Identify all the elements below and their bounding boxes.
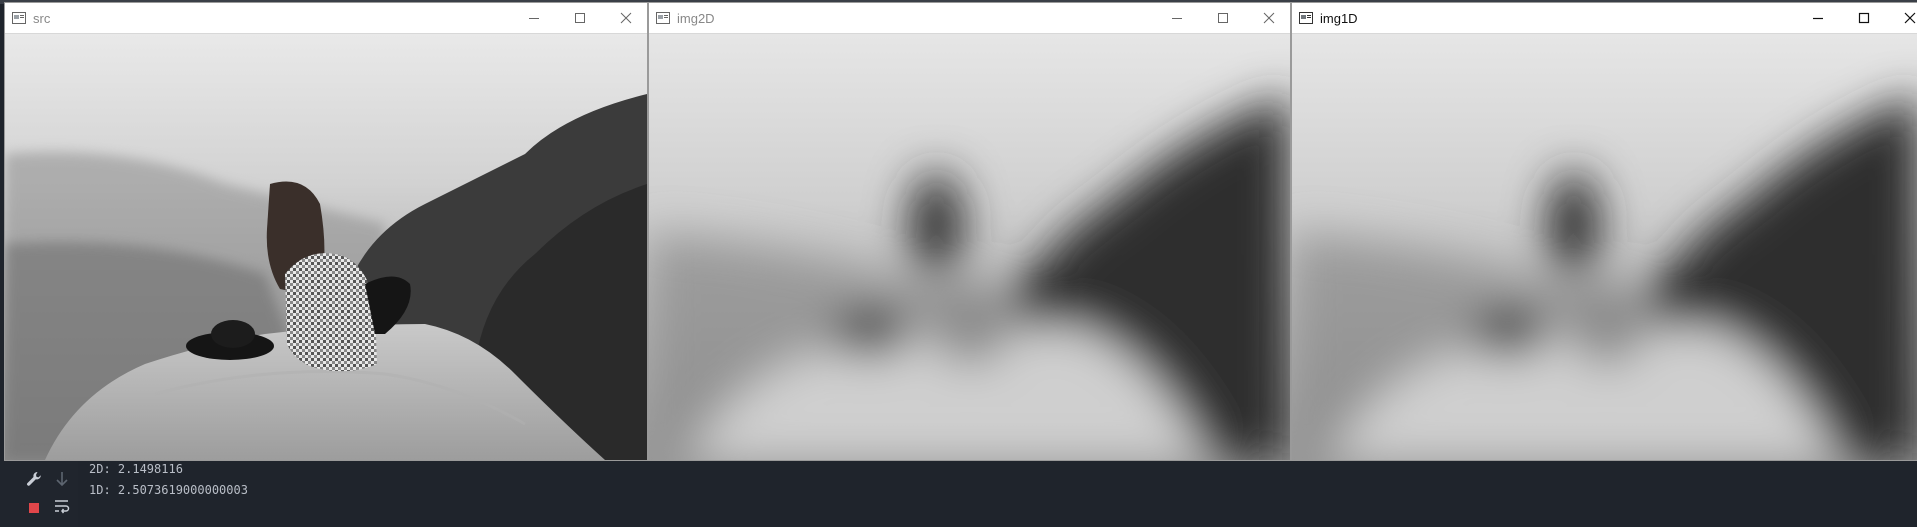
console-output-line: 1D: 2.5073619000000003: [89, 483, 248, 497]
blurred-photo-1d: [1292, 34, 1917, 460]
maximize-icon[interactable]: [1855, 9, 1873, 27]
run-console: 2D: 2.1498116 1D: 2.5073619000000003: [0, 461, 1917, 527]
title-bar[interactable]: src: [5, 3, 647, 34]
blurred-photo-2d: [649, 34, 1290, 460]
photo-girl-on-cliff: [5, 34, 647, 460]
minimize-icon[interactable]: [1809, 9, 1827, 27]
close-icon[interactable]: [617, 9, 635, 27]
console-output-line: 2D: 2.1498116: [89, 462, 183, 476]
window-img1d[interactable]: img1D: [1291, 2, 1917, 461]
maximize-icon[interactable]: [1214, 9, 1232, 27]
window-title: img2D: [677, 11, 715, 26]
window-app-icon: [1299, 12, 1313, 24]
title-bar[interactable]: img2D: [649, 3, 1290, 34]
scroll-down-icon[interactable]: [52, 469, 72, 489]
soft-wrap-icon[interactable]: [52, 496, 72, 516]
maximize-icon[interactable]: [571, 9, 589, 27]
wrench-icon[interactable]: [24, 469, 44, 489]
minimize-icon[interactable]: [525, 9, 543, 27]
window-title: img1D: [1320, 11, 1358, 26]
image-view-img2d: [649, 34, 1290, 460]
console-toolbar: [0, 461, 78, 527]
window-img2d[interactable]: img2D: [648, 2, 1291, 461]
title-bar[interactable]: img1D: [1292, 3, 1917, 34]
window-app-icon: [656, 12, 670, 24]
window-app-icon: [12, 12, 26, 24]
close-icon[interactable]: [1260, 9, 1278, 27]
minimize-icon[interactable]: [1168, 9, 1186, 27]
window-src[interactable]: src: [4, 2, 648, 461]
image-view-img1d: [1292, 34, 1917, 460]
window-title: src: [33, 11, 51, 26]
stop-icon[interactable]: [24, 498, 44, 518]
close-icon[interactable]: [1901, 9, 1917, 27]
image-view-src: [5, 34, 647, 460]
